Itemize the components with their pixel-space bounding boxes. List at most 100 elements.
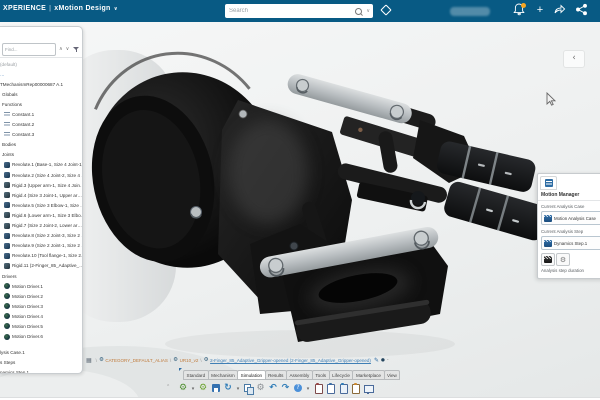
motion-manager-tab[interactable] xyxy=(540,176,557,190)
share-network-icon[interactable] xyxy=(575,3,589,17)
breadcrumb-item[interactable]: \ ⚙ UR10_v2 xyxy=(168,357,198,363)
tree-item-icon xyxy=(4,243,10,249)
tree-item[interactable]: Motion Driver.5 xyxy=(0,321,82,331)
analysis-step-selector[interactable]: Dynamics Step.1 xyxy=(541,236,600,250)
tree-item[interactable]: Drivers xyxy=(0,271,82,281)
tree-item[interactable]: namics Step.1 xyxy=(0,368,82,373)
tree-item[interactable]: TMechanismRep00000687 A.1 xyxy=(0,79,82,89)
find-next-icon[interactable]: ∨ xyxy=(66,46,70,52)
tree-item[interactable]: Revolute.5 (Size 3 Elbow-1, Size … xyxy=(0,200,82,210)
tree-item[interactable]: Constant.3 xyxy=(0,130,82,140)
breadcrumb-menu-icon[interactable]: ▦ xyxy=(86,357,92,364)
tree-find-input[interactable] xyxy=(2,43,56,56)
analysis-case-selector[interactable]: Motion Analysis Case xyxy=(541,211,600,225)
user-name-blurred[interactable] xyxy=(450,7,490,16)
tree-item[interactable]: Motion Driver.3 xyxy=(0,301,82,311)
mouse-cursor xyxy=(546,92,557,107)
content-tab-blue-icon[interactable] xyxy=(326,383,336,394)
ribbon-tab[interactable]: Marketplace xyxy=(352,370,384,380)
tag-icon[interactable] xyxy=(381,5,390,14)
export-icon[interactable] xyxy=(243,383,253,394)
tree-item[interactable]: Rigid.7 (Size 2 Joint-2, Lower ar… xyxy=(0,221,82,231)
tree-item[interactable]: Motion Driver.1 xyxy=(0,281,82,291)
tree-item-icon xyxy=(4,112,10,117)
toolbar-overflow-icon[interactable]: ⌃ xyxy=(166,384,170,390)
notifications-bell-icon[interactable] xyxy=(513,3,527,17)
tree-item[interactable]: Rigid.11 (2-Finger_85_Adaptive_… xyxy=(0,261,82,271)
ribbon-tab[interactable]: Tools xyxy=(312,370,330,380)
display-icon[interactable] xyxy=(363,383,373,394)
settings-gear-icon[interactable] xyxy=(256,383,266,394)
breadcrumb-label[interactable]: UR10_v2 xyxy=(180,358,199,363)
app-title[interactable]: XPERIENCE|xMotion Design∨ xyxy=(3,5,118,12)
share-arrow-icon[interactable] xyxy=(553,3,567,17)
tree-item[interactable]: … xyxy=(0,69,82,79)
breadcrumb-label[interactable]: 2-Finger_85_Adaptive_Gripper-opened (2-F… xyxy=(210,358,371,363)
tab-pin-icon xyxy=(179,368,182,371)
tree-item[interactable]: Joints xyxy=(0,150,82,160)
content-tab-orange-icon[interactable] xyxy=(351,383,361,394)
ribbon-tab[interactable]: Lifecycle xyxy=(329,370,354,380)
tree-item[interactable]: Revolute.1 (Base-1, Size 4 Joint-1) xyxy=(0,160,82,170)
breadcrumb-item[interactable]: \ ⚙ CATEGORY_DEFAULT_ALIAS xyxy=(94,357,168,363)
save-icon[interactable] xyxy=(211,383,221,394)
tree-item[interactable]: Revolute.8 (Size 2 Joint-3, Size 2 … xyxy=(0,231,82,241)
redo-icon[interactable] xyxy=(281,383,291,394)
simulate-button[interactable] xyxy=(541,253,555,266)
tree-item[interactable]: Revolute.2 (Size 4 Joint-2, Size 4 … xyxy=(0,170,82,180)
tree-item[interactable]: Rigid.3 (Upper arm-1, Size 4 Join… xyxy=(0,180,82,190)
dropdown-caret-icon[interactable] xyxy=(191,383,196,394)
tree-item-label: Motion Driver.5 xyxy=(12,324,43,329)
update-simulation-icon[interactable] xyxy=(178,383,188,394)
breadcrumb-label[interactable]: CATEGORY_DEFAULT_ALIAS xyxy=(105,358,168,363)
refresh-icon[interactable] xyxy=(223,383,233,394)
simulate-icon xyxy=(544,256,552,263)
tree-item[interactable]: Constant.2 xyxy=(0,120,82,130)
ribbon-tab[interactable]: Assembly xyxy=(286,370,313,380)
tree-search-bar: ∧ ∨ xyxy=(0,41,82,58)
tree-item[interactable]: Motion Driver.2 xyxy=(0,291,82,301)
collapse-panel-button[interactable]: ‹ xyxy=(563,50,585,68)
tree-item-label: Bodies xyxy=(2,142,16,147)
tree-item[interactable]: Rigid.6 (Lower arm-1, Size 3 Elbo… xyxy=(0,210,82,220)
tree-item[interactable]: Motion Driver.6 xyxy=(0,332,82,342)
search-icon[interactable] xyxy=(355,8,362,15)
add-content-icon[interactable]: + xyxy=(533,3,547,17)
3d-viewport[interactable]: ‹ xyxy=(0,22,600,397)
ribbon-tab[interactable]: View xyxy=(384,370,401,380)
breadcrumb-more[interactable]: · xyxy=(387,357,389,363)
breadcrumb-item[interactable]: \ ⚙ 2-Finger_85_Adaptive_Gripper-opened … xyxy=(198,357,371,363)
dropdown-caret-icon[interactable] xyxy=(236,383,241,394)
ribbon-tab[interactable]: Results xyxy=(265,370,287,380)
tree-item[interactable]: s Steps xyxy=(0,358,82,368)
tree-item[interactable]: (default) xyxy=(0,59,82,69)
step-settings-button[interactable]: ⚙ xyxy=(556,253,570,266)
search-input[interactable] xyxy=(225,8,355,14)
find-previous-icon[interactable]: ∧ xyxy=(59,46,63,52)
edit-icon[interactable]: ✎ xyxy=(374,357,379,364)
tree-item[interactable]: Globals xyxy=(0,89,82,99)
help-icon[interactable] xyxy=(293,383,303,394)
tree-item-label: Revolute.8 (Size 2 Joint-3, Size 2 … xyxy=(12,233,82,238)
undo-icon[interactable] xyxy=(268,383,278,394)
content-tab-red-icon[interactable] xyxy=(313,383,323,394)
global-search[interactable]: ∨ xyxy=(225,4,373,18)
ribbon-tab[interactable]: Standard xyxy=(183,370,209,380)
tree-item[interactable]: Bodies xyxy=(0,140,82,150)
tree-item[interactable]: Rigid.4 (Size 3 Joint-1, Upper ar… xyxy=(0,190,82,200)
compute-icon[interactable] xyxy=(198,383,208,394)
tree-item[interactable]: Functions xyxy=(0,99,82,109)
tree-item[interactable]: lysis Case.1 xyxy=(0,348,82,358)
ribbon-tab[interactable]: Mechanism xyxy=(208,370,239,380)
tree-item[interactable]: Constant.1 xyxy=(0,109,82,119)
dropdown-caret-icon[interactable] xyxy=(306,383,311,394)
tree-item[interactable]: Revolute.9 (Size 2 Joint-1, Size 2 … xyxy=(0,241,82,251)
tree-item[interactable]: Revolute.10 (Tool flange-1, Size 2… xyxy=(0,251,82,261)
content-tab-edit-icon[interactable] xyxy=(338,383,348,394)
filter-icon[interactable] xyxy=(73,46,80,53)
ribbon-tab[interactable]: Simulation xyxy=(237,370,265,380)
analysis-case-icon xyxy=(544,215,552,222)
tree-item[interactable]: Motion Driver.4 xyxy=(0,311,82,321)
component-dot-icon[interactable]: ● xyxy=(381,358,385,363)
search-options-caret-icon[interactable]: ∨ xyxy=(366,8,370,14)
